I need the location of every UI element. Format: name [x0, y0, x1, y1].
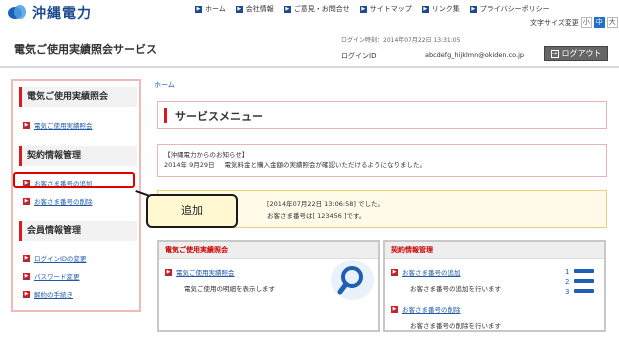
card-usage: 電気ご使用実績照会 ▶ 電気ご使用実績照会 電気ご使用の明細を表示します — [157, 240, 380, 332]
arrow-icon: ▶ — [469, 5, 477, 13]
annotation-callout: 追加 — [146, 194, 238, 228]
card-contract-delete-link[interactable]: ▶ お客さま番号の削除 — [391, 304, 461, 314]
page-title-box: サービスメニュー — [157, 101, 607, 129]
font-size-small-button[interactable]: 小 — [580, 17, 592, 28]
arrow-icon: ▶ — [359, 5, 367, 13]
sidebar-section-contract: 契約情報管理 — [19, 146, 137, 166]
login-datetime: ログイン時刻：2014年07月22日 13:31:05 — [341, 37, 461, 44]
sidebar-link-change-login-id[interactable]: ▶ ログインIDの変更 — [23, 253, 86, 263]
nav-privacy[interactable]: ▶ プライバシーポリシー — [469, 4, 550, 14]
login-id-value: abcdefg_hijklmn@okiden.co.jp — [425, 51, 525, 59]
sidebar-section-member: 会員情報管理 — [19, 221, 137, 241]
title-accent-bar — [164, 108, 167, 123]
font-size-switcher: 文字サイズ変更 小 中 大 — [530, 17, 618, 28]
nav-sitemap[interactable]: ▶ サイトマップ — [359, 4, 412, 14]
font-size-label: 文字サイズ変更 — [530, 18, 579, 27]
logout-button[interactable]: → ログアウト — [544, 46, 608, 61]
card-contract-add-link[interactable]: ▶ お客さま番号の追加 — [391, 267, 461, 277]
arrow-icon: ▶ — [195, 5, 202, 13]
font-size-large-button[interactable]: 大 — [606, 17, 618, 28]
notice-date: 2014年 9月29日 — [164, 161, 215, 169]
font-size-medium-button[interactable]: 中 — [593, 17, 605, 28]
last-login-line1: [2014年07月22日 13:06:58] でした。 — [267, 200, 384, 208]
card-contract-delete-desc: お客さま番号の削除を行います — [410, 322, 501, 330]
arrow-icon: ▶ — [23, 121, 30, 129]
notice-box: 【沖縄電力からのお知らせ】 2014年 9月29日 電気料金と購入金額の実績照会が… — [157, 144, 607, 177]
arrow-icon: ▶ — [23, 197, 30, 205]
page-title: サービスメニュー — [175, 110, 263, 123]
card-contract-add-desc: お客さま番号の追加を行います — [410, 285, 501, 293]
card-contract-title: 契約情報管理 — [385, 242, 604, 259]
arrow-icon: ▶ — [23, 290, 30, 298]
svg-text:2: 2 — [565, 278, 569, 286]
nav-company[interactable]: ▶ 会社情報 — [235, 4, 274, 14]
sidebar-link-cancel-membership[interactable]: ▶ 解約の手続き — [23, 289, 73, 299]
notice-text: 電気料金と購入金額の実績照会が確認いただけるようになりました。 — [224, 161, 427, 169]
arrow-icon: ▶ — [391, 268, 398, 276]
company-name: 沖縄電力 — [32, 6, 92, 22]
sidebar-link-delete-customer-number[interactable]: ▶ お客さま番号の削除 — [23, 196, 93, 206]
highlight-box — [13, 172, 135, 188]
login-id-label: ログインID — [341, 52, 377, 60]
nav-home[interactable]: ▶ ホーム — [195, 4, 226, 14]
logout-arrow-icon: → — [550, 49, 559, 58]
card-usage-link[interactable]: ▶ 電気ご使用実績照会 — [165, 267, 235, 277]
header-divider — [0, 66, 619, 68]
sidebar-link-usage[interactable]: ▶ 電気ご使用実績照会 — [23, 120, 93, 130]
card-usage-title: 電気ご使用実績照会 — [159, 242, 378, 259]
service-title: 電気ご使用実績照会サービス — [14, 43, 157, 56]
sidebar: 電気ご使用実績照会 ▶ 電気ご使用実績照会 契約情報管理 ▶ お客さま番号の追加 ▶… — [11, 79, 141, 312]
arrow-icon: ▶ — [23, 254, 30, 262]
breadcrumb-home[interactable]: ホーム — [154, 80, 175, 90]
sidebar-section-usage: 電気ご使用実績照会 — [19, 87, 137, 107]
card-usage-desc: 電気ご使用の明細を表示します — [184, 285, 275, 293]
notice-heading: 【沖縄電力からのお知らせ】 — [164, 151, 249, 159]
last-login-line2: お客さま番号は[ 123456 ]です。 — [267, 212, 366, 220]
arrow-icon: ▶ — [235, 5, 243, 13]
nav-contact[interactable]: ▶ ご意見・お問合せ — [283, 4, 350, 14]
numbered-list-icon: 1 2 3 — [561, 262, 603, 302]
top-navigation: ▶ ホーム ▶ 会社情報 ▶ ご意見・お問合せ ▶ サイトマップ ▶ リンク集 ▶ プライバ… — [195, 4, 550, 14]
arrow-icon: ▶ — [165, 268, 172, 276]
logo-icon — [8, 5, 28, 21]
sidebar-link-change-password[interactable]: ▶ パスワード変更 — [23, 271, 80, 281]
arrow-icon: ▶ — [391, 305, 398, 313]
svg-text:3: 3 — [565, 288, 569, 296]
company-logo[interactable]: 沖縄電力 — [8, 3, 92, 23]
card-contract: 契約情報管理 ▶ お客さま番号の追加 お客さま番号の追加を行います ▶ お客さま番号… — [383, 240, 606, 332]
svg-text:1: 1 — [565, 268, 569, 276]
arrow-icon: ▶ — [283, 5, 291, 13]
nav-links[interactable]: ▶ リンク集 — [421, 4, 460, 14]
arrow-icon: ▶ — [23, 272, 30, 280]
magnifier-icon — [331, 260, 374, 300]
arrow-icon: ▶ — [421, 5, 429, 13]
